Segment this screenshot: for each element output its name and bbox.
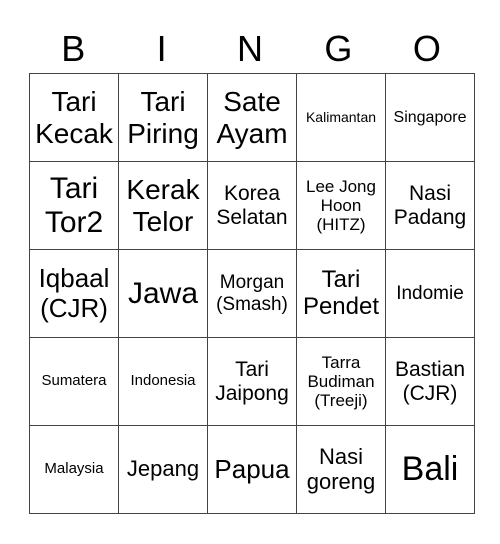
bingo-cell[interactable]: Bali <box>385 425 475 514</box>
bingo-cell[interactable]: Kalimantan <box>296 73 386 162</box>
bingo-cell[interactable]: Sate Ayam <box>207 73 297 162</box>
bingo-cell[interactable]: Malaysia <box>29 425 119 514</box>
bingo-cell[interactable]: Lee Jong Hoon (HITZ) <box>296 161 386 250</box>
bingo-header: B I N G O <box>29 26 471 72</box>
bingo-cell[interactable]: Tarra Budiman (Treeji) <box>296 337 386 426</box>
bingo-cell[interactable]: Nasi Padang <box>385 161 475 250</box>
bingo-cell[interactable]: Tari Tor2 <box>29 161 119 250</box>
bingo-cell[interactable]: Kerak Telor <box>118 161 208 250</box>
bingo-cell[interactable]: Tari Piring <box>118 73 208 162</box>
bingo-cell[interactable]: Tari Jaipong <box>207 337 297 426</box>
bingo-cell[interactable]: Tari Kecak <box>29 73 119 162</box>
bingo-cell[interactable]: Bastian (CJR) <box>385 337 475 426</box>
bingo-cell[interactable]: Jepang <box>118 425 208 514</box>
header-letter-o: O <box>412 28 441 69</box>
bingo-cell[interactable]: Singapore <box>385 73 475 162</box>
bingo-cell[interactable]: Papua <box>207 425 297 514</box>
bingo-cell[interactable]: Nasi goreng <box>296 425 386 514</box>
bingo-cell[interactable]: Iqbaal (CJR) <box>29 249 119 338</box>
header-letter-g: G <box>324 28 353 69</box>
bingo-cell[interactable]: Indonesia <box>118 337 208 426</box>
bingo-row: Sumatera Indonesia Tari Jaipong Tarra Bu… <box>29 337 475 426</box>
header-letter-b: B <box>61 28 86 69</box>
bingo-row: Tari Tor2 Kerak Telor Korea Selatan Lee … <box>29 161 475 250</box>
bingo-row: Tari Kecak Tari Piring Sate Ayam Kaliman… <box>29 73 475 162</box>
bingo-cell[interactable]: Sumatera <box>29 337 119 426</box>
bingo-row: Malaysia Jepang Papua Nasi goreng Bali <box>29 425 475 514</box>
bingo-cell[interactable]: Jawa <box>118 249 208 338</box>
bingo-cell[interactable]: Indomie <box>385 249 475 338</box>
bingo-cell[interactable]: Morgan (Smash) <box>207 249 297 338</box>
bingo-row: Iqbaal (CJR) Jawa Morgan (Smash) Tari Pe… <box>29 249 475 338</box>
bingo-cell[interactable]: Tari Pendet <box>296 249 386 338</box>
bingo-grid: Tari Kecak Tari Piring Sate Ayam Kaliman… <box>29 73 475 514</box>
header-letter-n: N <box>237 28 264 69</box>
header-letter-i: I <box>156 28 167 69</box>
bingo-cell[interactable]: Korea Selatan <box>207 161 297 250</box>
